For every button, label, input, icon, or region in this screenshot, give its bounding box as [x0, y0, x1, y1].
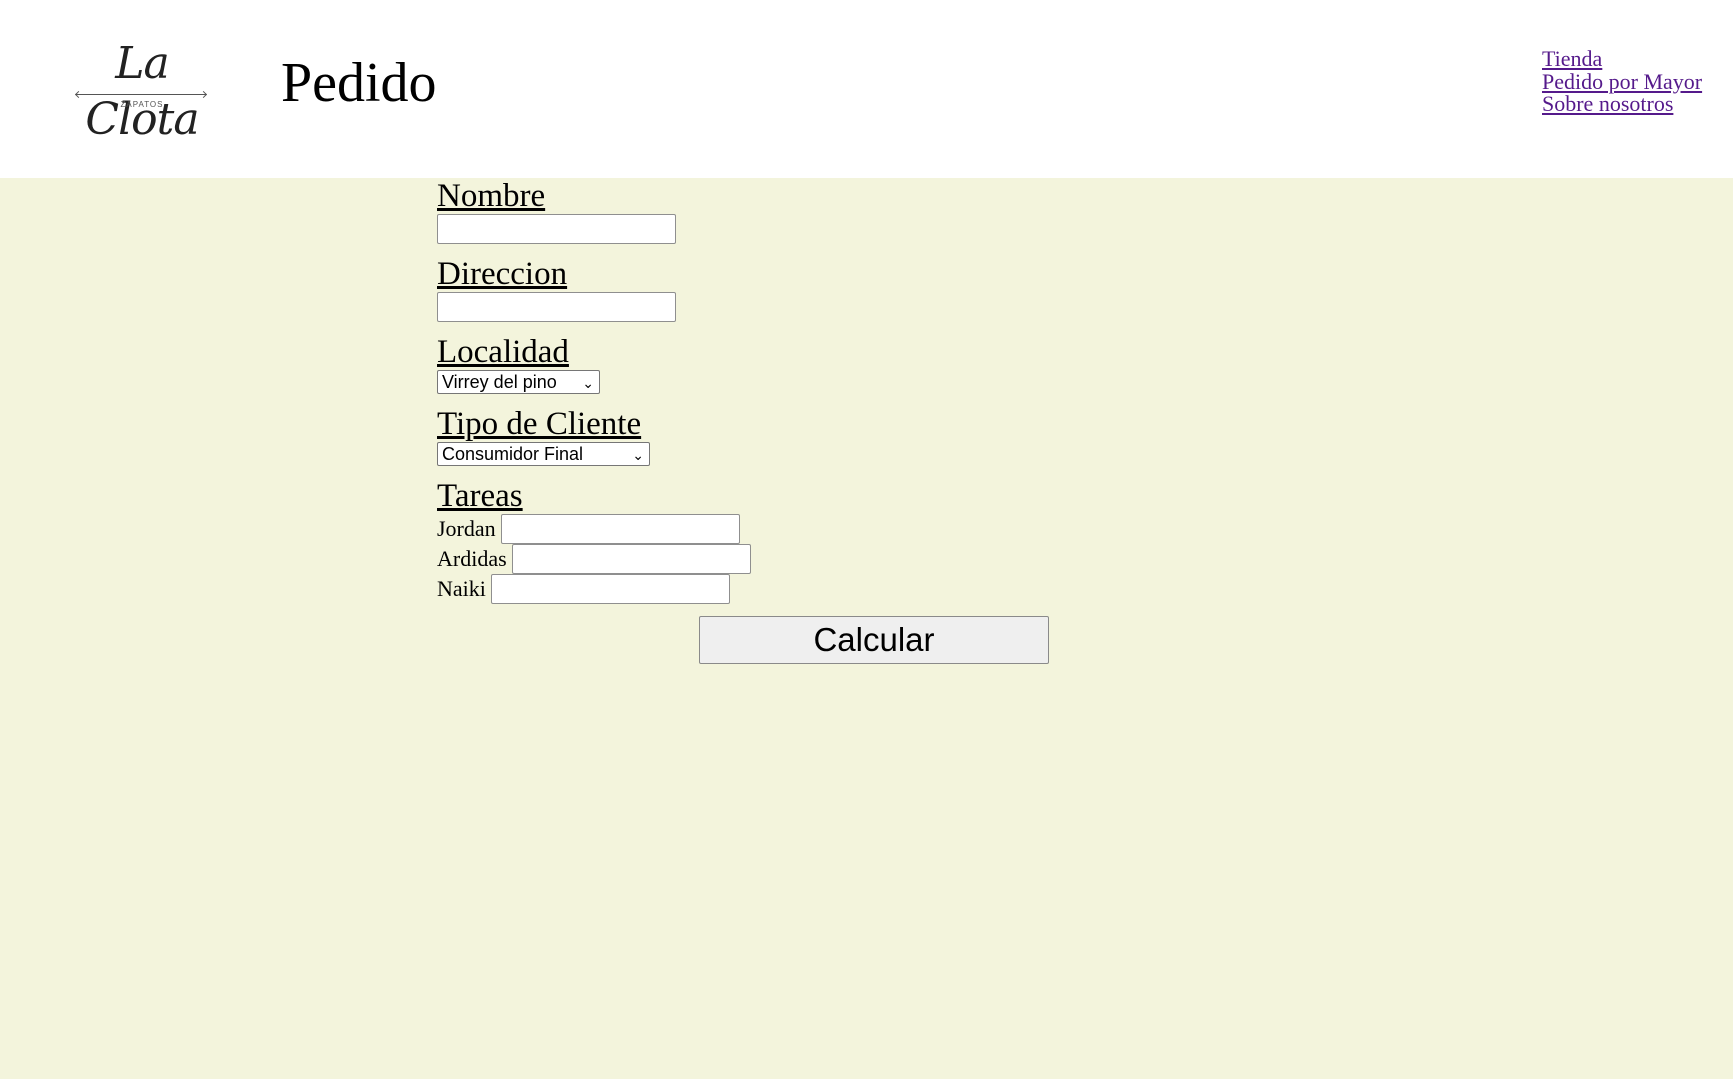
- jordan-input[interactable]: [500, 514, 740, 544]
- page-title: Pedido: [281, 52, 437, 114]
- task-label-ardidas: Ardidas: [437, 546, 507, 571]
- nav-link-sobre-nosotros[interactable]: Sobre nosotros: [1542, 92, 1702, 116]
- logo-tagline: ZAPATOS: [120, 100, 164, 109]
- tipo-cliente-selected-value: Consumidor Final: [442, 444, 584, 464]
- logo-wordmark: La Clota: [85, 38, 199, 145]
- localidad-select[interactable]: Virrey del pino ⌄: [437, 370, 600, 394]
- task-row-naiki: Naiki: [437, 574, 1237, 604]
- chevron-down-icon: ⌄: [632, 447, 644, 463]
- nav-link-pedido-por-mayor[interactable]: Pedido por Mayor: [1542, 70, 1702, 94]
- direccion-group: Direccion: [437, 256, 1237, 322]
- nombre-input[interactable]: [437, 214, 676, 244]
- task-row-jordan: Jordan: [437, 514, 1237, 544]
- task-row-ardidas: Ardidas: [437, 544, 1237, 574]
- logo-divider: [76, 94, 206, 95]
- la-clota-logo[interactable]: La Clota ZAPATOS: [74, 36, 210, 145]
- site-header: La Clota ZAPATOS Pedido Tienda Pedido po…: [0, 0, 1733, 178]
- localidad-selected-value: Virrey del pino: [442, 372, 557, 392]
- tipo-cliente-group: Tipo de Cliente Consumidor Final ⌄: [437, 406, 1237, 466]
- calcular-button[interactable]: Calcular: [699, 616, 1049, 664]
- ardidas-input[interactable]: [511, 544, 751, 574]
- tareas-label: Tareas: [437, 478, 523, 514]
- tipo-cliente-select[interactable]: Consumidor Final ⌄: [437, 442, 650, 466]
- tipo-cliente-label: Tipo de Cliente: [437, 406, 642, 442]
- task-label-naiki: Naiki: [437, 576, 486, 601]
- nombre-group: Nombre: [437, 178, 1237, 244]
- direccion-label: Direccion: [437, 256, 568, 292]
- localidad-group: Localidad Virrey del pino ⌄: [437, 334, 1237, 394]
- naiki-input[interactable]: [490, 574, 730, 604]
- direccion-input[interactable]: [437, 292, 676, 322]
- order-form: Nombre Direccion Localidad Virrey del pi…: [437, 178, 1237, 616]
- localidad-label: Localidad: [437, 334, 569, 370]
- main-nav: Tienda Pedido por Mayor Sobre nosotros: [1542, 47, 1702, 116]
- chevron-down-icon: ⌄: [582, 375, 594, 391]
- task-label-jordan: Jordan: [437, 516, 496, 541]
- tareas-group: Tareas Jordan Ardidas Naiki: [437, 478, 1237, 604]
- nombre-label: Nombre: [437, 178, 546, 214]
- nav-link-tienda[interactable]: Tienda: [1542, 47, 1702, 71]
